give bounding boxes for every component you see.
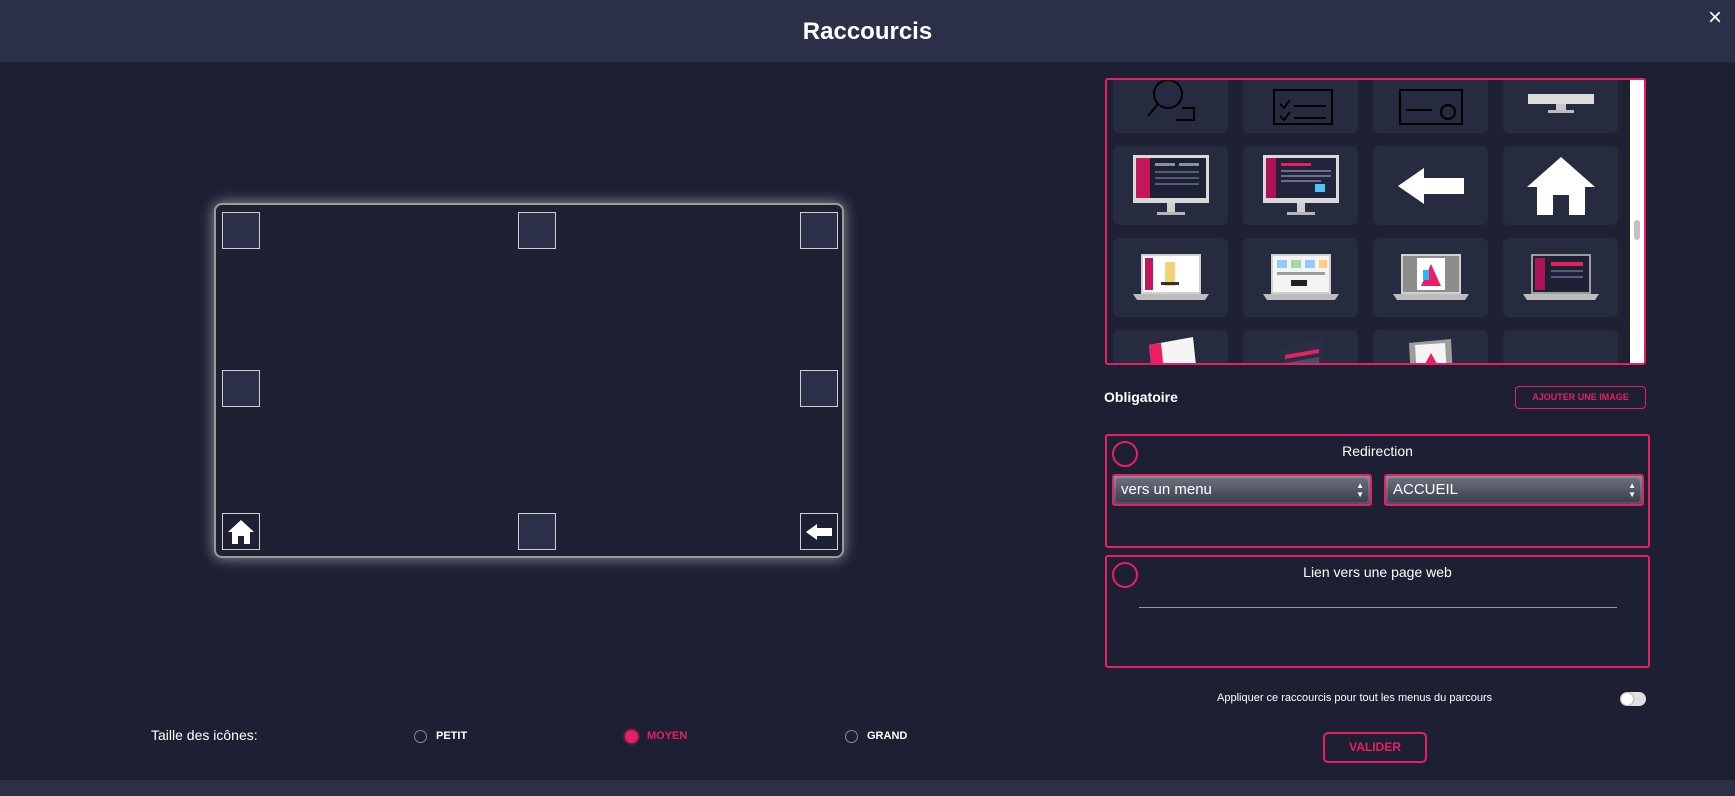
required-label: Obligatoire xyxy=(1104,389,1178,405)
gallery-thumb[interactable] xyxy=(1243,238,1358,317)
gallery-thumb[interactable] xyxy=(1503,238,1618,317)
gallery-thumb[interactable] xyxy=(1373,238,1488,317)
icon-size-option-moyen[interactable]: MOYEN xyxy=(625,729,687,743)
redirection-type-select[interactable]: vers un menu ▲ ▼ xyxy=(1112,474,1372,506)
gallery-thumb[interactable] xyxy=(1373,80,1488,133)
slot-top-right[interactable] xyxy=(800,212,838,249)
laptop-image xyxy=(1262,253,1339,300)
icon-size-option-label: MOYEN xyxy=(647,730,688,742)
gallery-thumb[interactable] xyxy=(1373,146,1488,225)
web-link-panel: Lien vers une page web xyxy=(1105,555,1650,668)
slot-bottom-right[interactable] xyxy=(800,513,838,550)
icon-size-option-petit[interactable]: PETIT xyxy=(414,729,467,743)
modal-footer-bar xyxy=(0,780,1735,796)
gallery-scroll-thumb[interactable] xyxy=(1634,220,1640,240)
icon-size-option-label: GRAND xyxy=(867,730,908,742)
slot-middle-left[interactable] xyxy=(222,370,260,407)
monitor-dashboard-image xyxy=(1262,154,1339,215)
toggle-knob xyxy=(1621,693,1633,705)
gallery-scrollbar[interactable] xyxy=(1630,80,1644,363)
magnifier-document-icon xyxy=(1146,80,1195,121)
image-grid xyxy=(1113,80,1618,366)
icon-size-option-label: PETIT xyxy=(436,730,468,742)
shortcut-preview-screen xyxy=(214,203,844,558)
icon-size-label: Taille des icônes: xyxy=(151,727,258,743)
modal-title: Raccourcis xyxy=(802,18,933,45)
redirection-target-value: ACCUEIL xyxy=(1393,481,1459,498)
radio-dot[interactable] xyxy=(625,729,638,743)
mini-pc-image xyxy=(1521,335,1601,366)
gallery-thumb[interactable] xyxy=(1113,238,1228,317)
web-link-input[interactable] xyxy=(1139,607,1617,608)
slot-bottom-left[interactable] xyxy=(222,513,260,550)
monitor-image xyxy=(1527,94,1594,113)
select-arrows-icon: ▲ ▼ xyxy=(1628,481,1636,499)
gallery-thumb[interactable] xyxy=(1503,146,1618,225)
arrow-left-icon xyxy=(806,523,832,540)
gallery-thumb[interactable] xyxy=(1503,330,1618,366)
icon-size-option-grand[interactable]: GRAND xyxy=(845,729,907,743)
slot-top-center[interactable] xyxy=(518,212,556,249)
home-icon xyxy=(228,519,254,544)
redirection-type-value: vers un menu xyxy=(1121,481,1212,498)
redirection-title: Redirection xyxy=(1342,443,1413,459)
laptop-image xyxy=(1280,338,1324,363)
laptop-image xyxy=(1408,338,1452,363)
redirection-target-select[interactable]: ACCUEIL ▲ ▼ xyxy=(1384,474,1644,506)
gallery-thumb[interactable] xyxy=(1243,330,1358,363)
gallery-thumb[interactable] xyxy=(1503,80,1618,133)
laptop-image xyxy=(1522,253,1599,300)
radio-dot[interactable] xyxy=(414,729,427,743)
card-icon xyxy=(1398,89,1463,125)
redirection-panel: Redirection vers un menu ▲ ▼ ACCUEIL ▲ ▼ xyxy=(1105,434,1650,548)
modal-header: Raccourcis × xyxy=(0,0,1735,62)
arrow-left-icon xyxy=(1397,167,1464,204)
slot-bottom-center[interactable] xyxy=(518,513,556,550)
gallery-thumb[interactable] xyxy=(1243,80,1358,133)
gallery-thumb[interactable] xyxy=(1373,330,1488,363)
laptop-image xyxy=(1392,253,1469,300)
add-image-button[interactable]: AJOUTER UNE IMAGE xyxy=(1515,386,1646,409)
apply-all-toggle[interactable] xyxy=(1620,692,1646,706)
slot-middle-right[interactable] xyxy=(800,370,838,407)
slot-top-left[interactable] xyxy=(222,212,260,249)
validate-button[interactable]: VALIDER xyxy=(1323,732,1427,763)
radio-dot[interactable] xyxy=(845,729,858,743)
close-icon[interactable]: × xyxy=(1703,4,1727,32)
home-icon xyxy=(1526,156,1595,215)
apply-all-label: Appliquer ce raccourcis pour tout les me… xyxy=(1217,692,1493,704)
monitor-dashboard-image xyxy=(1132,154,1209,215)
gallery-thumb[interactable] xyxy=(1113,146,1228,225)
laptop-image xyxy=(1148,336,1196,363)
select-arrows-icon: ▲ ▼ xyxy=(1356,481,1364,499)
web-link-title: Lien vers une page web xyxy=(1303,564,1452,580)
gallery-thumb[interactable] xyxy=(1113,330,1228,363)
gallery-thumb[interactable] xyxy=(1113,80,1228,133)
gallery-thumb[interactable] xyxy=(1243,146,1358,225)
image-gallery[interactable] xyxy=(1105,78,1646,365)
checklist-icon xyxy=(1272,89,1333,125)
laptop-image xyxy=(1132,253,1209,300)
